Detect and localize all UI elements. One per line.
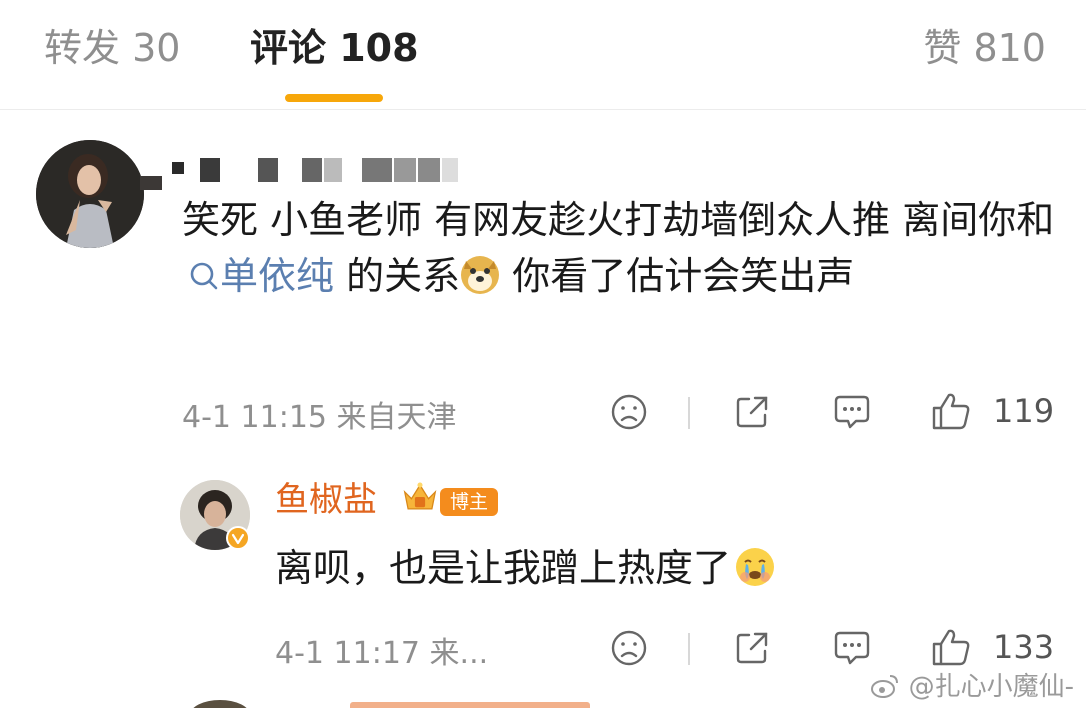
next-comment-avatar[interactable] [190,700,250,708]
reply-location: 来... [429,636,489,671]
share-icon[interactable] [733,629,771,667]
comment-icon[interactable] [832,629,872,667]
comment-time: 4-1 11:15 [182,400,327,435]
commenter-username-redacted[interactable] [172,158,462,184]
action-divider [688,397,690,429]
tab-likes[interactable]: 赞 810 [923,22,1046,74]
action-divider [688,633,690,665]
comment-body: 笑死 小鱼老师 有网友趁火打劫墙倒众人推 离间你和单依纯 的关系 你看了估计会笑… [182,192,1062,304]
watermark-text: @扎心小魔仙- [908,672,1074,702]
reply-meta: 4-1 11:17 来... [275,628,488,672]
comment-text-middle: 的关系 [334,254,461,298]
thumbs-up-icon[interactable] [930,627,972,667]
crown-icon [403,482,437,510]
avatar-frame-edge [140,176,162,190]
tab-comments[interactable]: 评论 108 [250,22,419,74]
reply-time: 4-1 11:17 [275,636,420,671]
next-comment-username-partial [350,702,590,708]
weibo-logo-icon [871,675,899,698]
reply-like-count: 133 [993,628,1055,666]
comment-icon[interactable] [832,393,872,431]
watermark: @扎心小魔仙- [870,666,1074,703]
comment-like-count: 119 [993,392,1055,430]
tab-divider [0,109,1086,110]
tab-reposts[interactable]: 转发 30 [44,22,180,74]
comment-text-before: 笑死 小鱼老师 有网友趁火打劫墙倒众人推 离间你和 [182,198,1055,242]
comment-meta: 4-1 11:15 来自天津 [182,392,457,436]
verified-badge-icon [226,526,250,550]
reply-body: 离呗，也是让我蹭上热度了 [275,540,775,596]
share-icon[interactable] [733,393,771,431]
commenter-avatar[interactable] [36,140,144,248]
topic-label[interactable]: 单依纯 [220,254,334,298]
thumbs-up-icon[interactable] [930,391,972,431]
reply-text: 离呗，也是让我蹭上热度了 [275,546,732,590]
frown-icon[interactable] [610,629,648,667]
comment-text-after: 你看了估计会笑出声 [500,254,855,298]
frown-icon[interactable] [610,393,648,431]
active-tab-indicator [285,94,383,102]
blogger-badge: 博主 [440,488,499,516]
doge-emoji [461,256,500,294]
topic-link[interactable]: 单依纯 [182,254,334,298]
search-icon [190,262,218,290]
replier-username[interactable]: 鱼椒盐 [275,478,377,522]
comment-location: 来自天津 [336,400,457,435]
crying-emoji [736,548,775,586]
